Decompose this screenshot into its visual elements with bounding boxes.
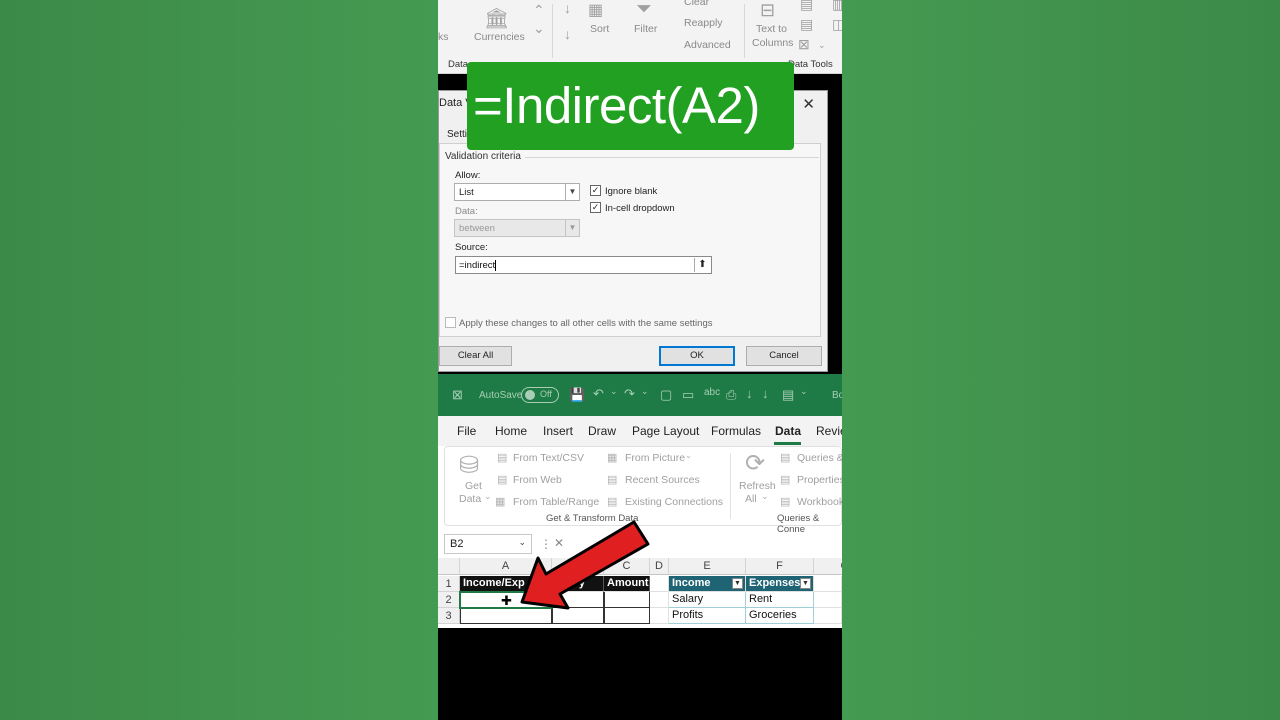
data-value: between [459, 223, 495, 234]
pointer-arrow-icon [520, 520, 650, 610]
apply-all-label: Apply these changes to all other cells w… [459, 318, 713, 329]
currencies-button[interactable]: Currencies [474, 31, 525, 43]
ribbon-separator [744, 4, 745, 58]
flash-fill-icon[interactable]: ▤ [800, 0, 813, 13]
filter-button[interactable]: Filter [634, 23, 657, 35]
collapse-dialog-icon[interactable]: ⬆ [694, 258, 710, 272]
text-cursor [495, 260, 497, 271]
filter-icon: ⏷ [636, 0, 652, 20]
incell-dropdown-checkbox[interactable]: ✓ [590, 202, 601, 213]
ribbon-separator [552, 4, 553, 58]
remove-duplicates-icon[interactable]: ▤ [800, 16, 813, 33]
source-input[interactable]: =indirect ⬆ [455, 256, 712, 274]
currencies-icon: 🏛 [484, 8, 510, 30]
text-to-columns-label[interactable]: Text to [756, 23, 787, 35]
apply-all-checkbox[interactable] [445, 317, 456, 328]
consolidate-icon[interactable]: ▥ [832, 0, 842, 13]
ribbon-label-links: ks [438, 31, 449, 43]
banner-text: =Indirect(A2) [473, 77, 760, 134]
sort-az-icon[interactable]: ↓ [564, 0, 571, 16]
relationships-icon[interactable]: ◫ [832, 16, 842, 33]
ignore-blank-checkbox[interactable]: ✓ [590, 185, 601, 196]
advanced-button[interactable]: Advanced [684, 39, 731, 51]
allow-label: Allow: [455, 170, 481, 181]
chevron-down-icon[interactable]: ▼ [565, 184, 579, 200]
group-label-data-tools: Data Tools [788, 59, 833, 70]
settings-panel [439, 143, 821, 337]
group-label-data: Data [448, 59, 469, 70]
data-label: Data: [455, 206, 478, 217]
source-value: =indirect [459, 260, 496, 272]
sort-za-icon[interactable]: ↓ [564, 26, 571, 42]
ok-button[interactable]: OK [659, 346, 735, 366]
group-divider [519, 157, 819, 158]
allow-value: List [459, 187, 474, 198]
scroll-down-icon[interactable]: ⌄ [533, 20, 545, 37]
incell-dropdown-label: In-cell dropdown [605, 203, 675, 214]
video-frame: ks 🏛 Currencies ⌃ ⌄ ↓ ↓ ▦ Sort ⏷ Filter … [438, 0, 842, 720]
chevron-down-icon[interactable]: ⌄ [818, 40, 826, 51]
validation-criteria-label: Validation criteria [445, 151, 525, 162]
clear-button[interactable]: Clear [684, 0, 709, 8]
close-icon[interactable]: ✕ [802, 95, 815, 113]
sort-icon: ▦ [588, 2, 604, 19]
excel-window: ⊠ AutoSave Off 💾 ↶ ⌄ ↷ ⌄ ▢ ▭ abc ⎙ ↓ ↓ ▤… [438, 374, 842, 628]
cancel-button[interactable]: Cancel [746, 346, 822, 366]
background-left [0, 0, 438, 720]
sort-button[interactable]: Sort [590, 23, 609, 35]
source-label: Source: [455, 242, 488, 253]
background-right [842, 0, 1280, 720]
scroll-up-icon[interactable]: ⌃ [533, 2, 545, 19]
formula-banner: =Indirect(A2) [467, 62, 794, 150]
data-validation-icon[interactable]: ⊠ [798, 36, 810, 53]
text-to-columns-icon: ⊟ [760, 0, 776, 20]
data-select: between ▼ [454, 219, 580, 237]
clear-all-button[interactable]: Clear All [439, 346, 512, 366]
allow-select[interactable]: List ▼ [454, 183, 580, 201]
ignore-blank-label: Ignore blank [605, 186, 658, 197]
chevron-down-icon: ▼ [565, 220, 579, 236]
reapply-button[interactable]: Reapply [684, 17, 723, 29]
text-to-columns-label-2[interactable]: Columns [752, 37, 793, 49]
